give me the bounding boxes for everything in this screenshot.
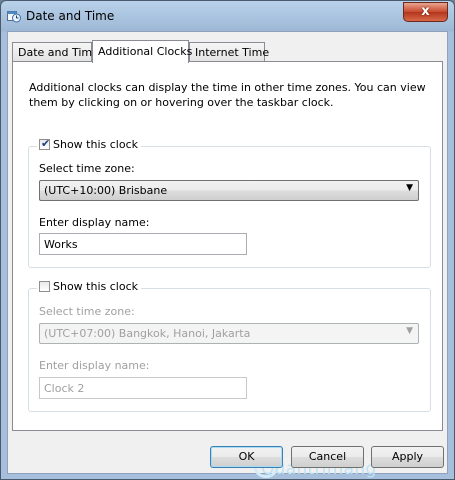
- clock2-timezone-label: Select time zone:: [39, 305, 135, 318]
- tab-date-and-time[interactable]: Date and Time: [12, 42, 99, 61]
- check-icon: ✔: [41, 137, 51, 150]
- clock2-display-name-input[interactable]: Clock 2: [39, 377, 247, 399]
- clock1-timezone-value: (UTC+10:00) Brisbane: [44, 184, 168, 197]
- clock1-name-label: Enter display name:: [39, 216, 150, 229]
- ok-button[interactable]: OK: [210, 446, 283, 468]
- chevron-down-icon: ▼: [406, 326, 413, 336]
- clock1-timezone-select[interactable]: (UTC+10:00) Brisbane ▼: [39, 180, 419, 201]
- clock2-show-label: Show this clock: [53, 280, 138, 293]
- clock1-display-name-input[interactable]: Works: [39, 233, 247, 255]
- dialog-client-area: Date and Time Additional Clocks Internet…: [7, 31, 448, 479]
- cancel-button[interactable]: Cancel: [291, 446, 364, 468]
- clock2-group: Show this clock Select time zone: (UTC+0…: [28, 280, 431, 412]
- clock1-display-name-value: Works: [44, 238, 78, 251]
- apply-button[interactable]: Apply: [371, 446, 444, 468]
- clock1-timezone-label: Select time zone:: [39, 162, 135, 175]
- chevron-down-icon: ▼: [406, 183, 413, 193]
- clock2-name-label: Enter display name:: [39, 359, 150, 372]
- tab-additional-clocks[interactable]: Additional Clocks: [92, 40, 192, 63]
- close-button[interactable]: x: [403, 2, 448, 22]
- window-title: Date and Time: [26, 9, 115, 23]
- clock2-timezone-value: (UTC+07:00) Bangkok, Hanoi, Jakarta: [44, 327, 251, 340]
- clock2-display-name-value: Clock 2: [44, 382, 85, 395]
- clock2-show-toggle[interactable]: Show this clock: [37, 280, 141, 293]
- clock2-timezone-select[interactable]: (UTC+07:00) Bangkok, Hanoi, Jakarta ▼: [39, 323, 419, 344]
- clock1-show-checkbox[interactable]: ✔: [39, 137, 51, 150]
- title-bar[interactable]: Date and Time x: [1, 1, 454, 31]
- clock1-group: ✔ Show this clock Select time zone: (UTC…: [28, 137, 431, 268]
- close-icon: x: [421, 4, 430, 19]
- clock1-show-toggle[interactable]: ✔ Show this clock: [37, 137, 141, 151]
- date-and-time-window: Date and Time x Date and Time Additional…: [0, 0, 455, 480]
- panel-description: Additional clocks can display the time i…: [29, 81, 426, 109]
- date-time-icon: [7, 11, 21, 23]
- additional-clocks-panel: Additional clocks can display the time i…: [12, 61, 443, 431]
- tab-internet-time[interactable]: Internet Time: [189, 42, 269, 61]
- clock1-show-label: Show this clock: [53, 138, 138, 151]
- clock2-show-checkbox[interactable]: [39, 281, 50, 292]
